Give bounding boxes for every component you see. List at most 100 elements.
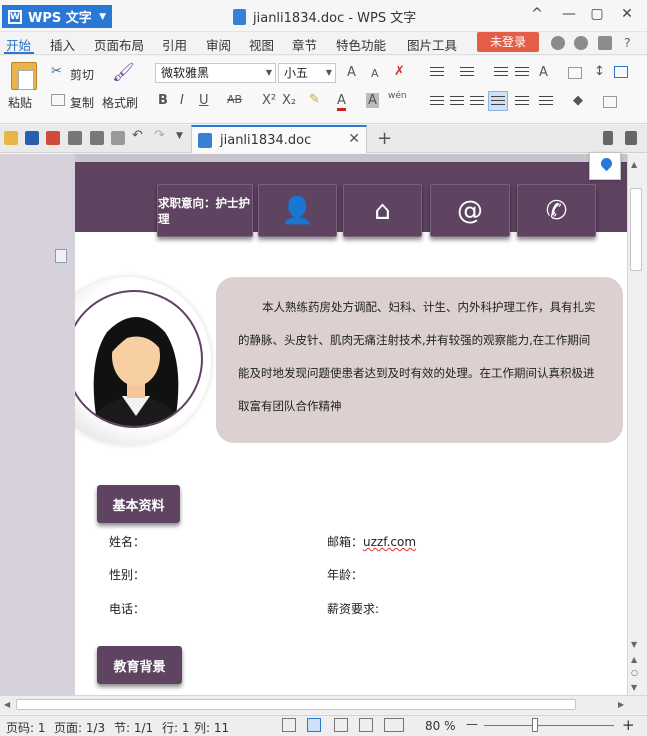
format-painter-button[interactable]: 格式刷: [102, 94, 138, 111]
increase-indent-icon[interactable]: [515, 67, 529, 79]
zoom-slider-thumb[interactable]: [532, 718, 538, 732]
outline-view-icon[interactable]: [334, 718, 348, 732]
open-icon[interactable]: [4, 131, 18, 145]
char-shading-icon[interactable]: A: [366, 93, 379, 108]
document-canvas[interactable]: 求职意向：护士护理 👤 ⌂ @ ✆ 本人熟练药房处方调配、妇科、计生、内外科护理…: [0, 154, 627, 695]
highlight-icon[interactable]: ✎: [309, 92, 320, 107]
cloud-icon[interactable]: [551, 36, 565, 50]
print-icon[interactable]: [68, 131, 82, 145]
panel-toggle-icon[interactable]: [625, 131, 637, 145]
document-page[interactable]: 求职意向：护士护理 👤 ⌂ @ ✆ 本人熟练药房处方调配、妇科、计生、内外科护理…: [75, 162, 627, 695]
tab-insert[interactable]: 插入: [50, 35, 75, 54]
cut-button[interactable]: 剪切: [70, 66, 94, 83]
login-button[interactable]: 未登录: [477, 32, 539, 52]
align-right-icon[interactable]: [470, 96, 484, 108]
scroll-right-icon[interactable]: ▶: [618, 700, 624, 709]
underline-button[interactable]: U: [199, 93, 209, 108]
close-button[interactable]: ✕: [616, 6, 638, 22]
skin-icon[interactable]: [598, 36, 612, 50]
app-menu-button[interactable]: W WPS 文字 ▼: [2, 5, 112, 28]
spellcheck-icon[interactable]: [111, 131, 125, 145]
align-left-icon[interactable]: [430, 96, 444, 108]
restore-button[interactable]: ▢: [586, 6, 608, 22]
new-tab-button[interactable]: +: [377, 128, 392, 149]
shading-icon[interactable]: ◆: [573, 93, 583, 108]
tab-page-layout[interactable]: 页面布局: [94, 35, 144, 54]
zoom-in-icon[interactable]: +: [622, 716, 635, 734]
window-title: jianli1834.doc - WPS 文字: [233, 7, 416, 26]
window-list-icon[interactable]: [603, 131, 613, 145]
zoom-level[interactable]: 80 %: [425, 719, 456, 733]
distribute-icon[interactable]: [515, 96, 529, 108]
superscript-button[interactable]: X²: [262, 93, 276, 108]
prev-page-icon[interactable]: ▲: [631, 655, 637, 664]
undo-icon[interactable]: ↶: [132, 128, 143, 143]
clear-format-icon[interactable]: ✗: [394, 64, 405, 79]
borders-icon[interactable]: [603, 96, 617, 108]
page-view-icon[interactable]: [307, 718, 321, 732]
status-pages[interactable]: 页面: 1/3: [54, 719, 105, 736]
format-brush-icon[interactable]: 🖌: [112, 62, 135, 83]
copy-icon[interactable]: [51, 94, 65, 106]
paste-button-label[interactable]: 粘贴: [8, 94, 32, 111]
close-tab-icon[interactable]: ✕: [348, 131, 360, 147]
numbered-list-icon[interactable]: [460, 67, 474, 79]
bold-button[interactable]: B: [158, 93, 168, 108]
education-heading: 教育背景: [97, 646, 182, 684]
font-color-button[interactable]: A: [337, 93, 346, 111]
bullet-list-icon[interactable]: [430, 67, 444, 79]
export-pdf-icon[interactable]: [46, 131, 60, 145]
minimize-button[interactable]: —: [558, 6, 580, 22]
vertical-scroll-thumb[interactable]: [630, 188, 642, 271]
horizontal-scroll-thumb[interactable]: [16, 699, 576, 710]
copy-button[interactable]: 复制: [70, 94, 94, 111]
zoom-out-icon[interactable]: —: [466, 717, 478, 731]
document-tab[interactable]: jianli1834.doc ✕: [191, 125, 367, 153]
navigation-pin-button[interactable]: [589, 152, 621, 180]
tab-view[interactable]: 视图: [249, 35, 274, 54]
sort-icon[interactable]: ↕: [594, 64, 605, 79]
next-page-icon[interactable]: ▼: [631, 683, 637, 692]
font-name-select[interactable]: 微软雅黑 ▼: [155, 63, 276, 83]
text-direction-icon[interactable]: A: [539, 65, 548, 80]
redo-icon[interactable]: ↷: [154, 128, 165, 143]
save-icon[interactable]: [25, 131, 39, 145]
paste-icon[interactable]: [11, 62, 37, 90]
tab-section[interactable]: 章节: [292, 35, 317, 54]
qat-more-icon[interactable]: ▼: [176, 131, 183, 141]
scissors-icon[interactable]: ✂: [51, 64, 62, 79]
reading-view-icon[interactable]: [384, 718, 404, 732]
decrease-indent-icon[interactable]: [494, 67, 508, 79]
collapse-ribbon-button[interactable]: ^: [526, 6, 548, 22]
chevron-down-icon: ▼: [265, 68, 272, 77]
tab-review[interactable]: 审阅: [206, 35, 231, 54]
status-page-code: 页码: 1: [6, 721, 46, 735]
phonetic-button[interactable]: wén: [388, 91, 407, 101]
italic-button[interactable]: I: [180, 93, 184, 108]
paragraph-marker-icon[interactable]: [55, 249, 67, 263]
settings-icon[interactable]: [574, 36, 588, 50]
help-button[interactable]: ?: [624, 35, 631, 50]
print-preview-icon[interactable]: [90, 131, 104, 145]
zoom-slider[interactable]: [484, 725, 614, 726]
browse-object-icon[interactable]: ○: [631, 668, 638, 677]
scroll-down-icon[interactable]: ▼: [631, 640, 637, 649]
page-left-margin: [0, 154, 75, 695]
subscript-button[interactable]: X₂: [282, 93, 296, 108]
fullscreen-view-icon[interactable]: [282, 718, 296, 732]
shrink-font-icon[interactable]: A: [371, 67, 379, 80]
align-center-icon[interactable]: [450, 96, 464, 108]
scroll-up-icon[interactable]: ▲: [631, 160, 637, 169]
font-size-select[interactable]: 小五 ▼: [278, 63, 336, 83]
table-icon[interactable]: [568, 67, 582, 79]
show-marks-icon[interactable]: [614, 66, 628, 78]
tab-references[interactable]: 引用: [162, 35, 187, 54]
tab-picture-tools[interactable]: 图片工具: [407, 35, 457, 54]
web-view-icon[interactable]: [359, 718, 373, 732]
tab-features[interactable]: 特色功能: [336, 35, 386, 54]
scroll-left-icon[interactable]: ◀: [4, 700, 10, 709]
line-spacing-icon[interactable]: [539, 96, 553, 108]
grow-font-icon[interactable]: A: [347, 65, 356, 80]
strikethrough-button[interactable]: AB: [227, 93, 242, 106]
location-pin-icon: [598, 155, 615, 172]
